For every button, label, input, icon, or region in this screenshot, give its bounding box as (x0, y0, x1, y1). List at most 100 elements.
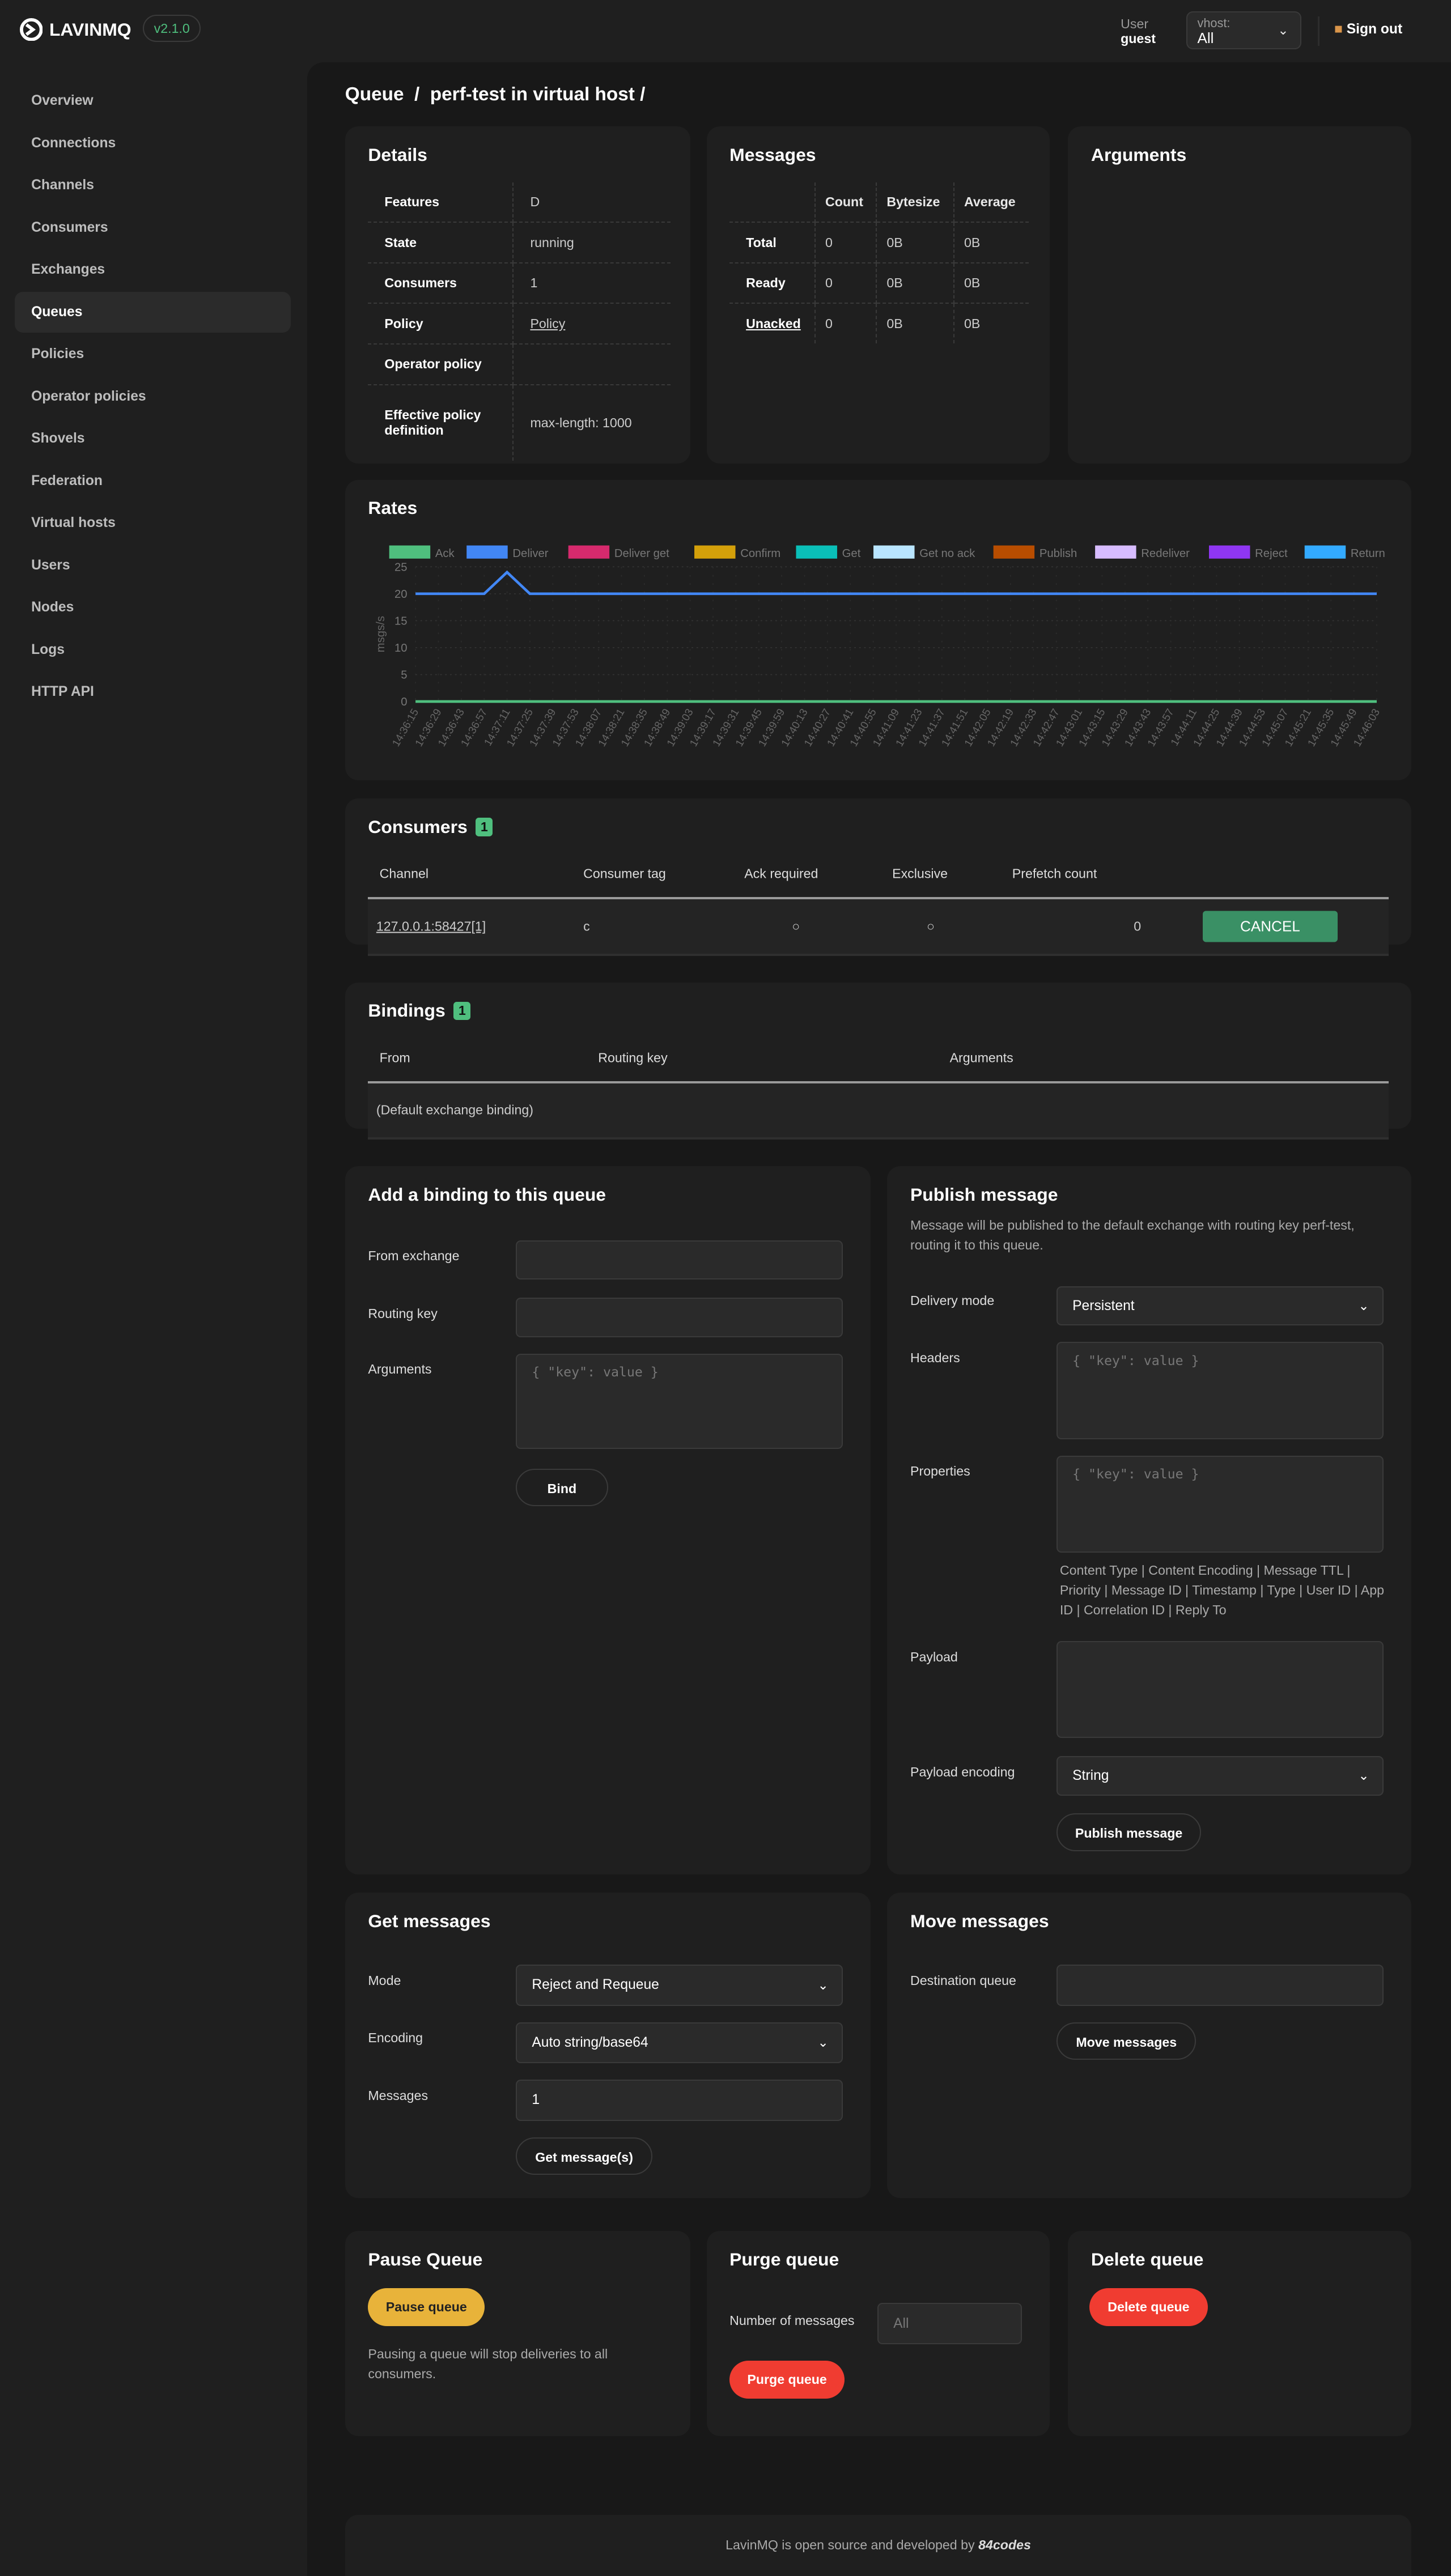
details-row: Features D (368, 182, 671, 223)
properties-textarea[interactable]: { "key": value } (1057, 1455, 1384, 1553)
details-label: Effective policy definition (368, 384, 514, 461)
consumers-table: Channel Consumer tag Ack required Exclus… (368, 851, 1389, 956)
details-title: Details (368, 144, 427, 165)
details-label: Features (368, 182, 514, 223)
legend-swatch-return-unroutable (1305, 545, 1346, 559)
sidebar-item-queues[interactable]: Queues (15, 291, 291, 333)
chevron-down-icon: ⌄ (817, 1977, 829, 1992)
84codes-logo[interactable]: 84codes (978, 2537, 1031, 2552)
delivery-mode-select[interactable]: Persistent ⌄ (1057, 1286, 1384, 1326)
sidebar-item-policies[interactable]: Policies (15, 334, 291, 375)
binding-from: (Default exchange binding) (376, 1102, 533, 1117)
arguments-textarea[interactable]: { "key": value } (516, 1353, 843, 1449)
messages-cell: 0 (814, 262, 877, 304)
arguments-title: Arguments (1091, 144, 1187, 165)
channel-link[interactable]: 127.0.0.1:58427[1] (376, 919, 486, 934)
delivery-mode-value: Persistent (1072, 1298, 1135, 1313)
purge-queue-card: Purge queue Number of messages All Purge… (706, 2230, 1050, 2437)
messages-row: Ready 0 0B 0B (729, 262, 1029, 304)
consumer-tag: c (583, 919, 590, 934)
top-header: LAVINMQ v2.1.0 User guest vhost: All ⌄ ■… (0, 0, 1451, 62)
consumers-count-badge: 1 (476, 817, 493, 836)
sidebar-item-shovels[interactable]: Shovels (15, 418, 291, 459)
sidebar-item-users[interactable]: Users (15, 545, 291, 586)
sidebar-item-virtual-hosts[interactable]: Virtual hosts (15, 503, 291, 543)
messages-cell: 0 (814, 222, 877, 263)
sidebar-item-federation[interactable]: Federation (15, 461, 291, 501)
sidebar-item-exchanges[interactable]: Exchanges (15, 249, 291, 290)
details-value: running (513, 222, 671, 263)
chevron-down-icon: ⌄ (1278, 22, 1289, 37)
bind-button[interactable]: Bind (516, 1468, 608, 1507)
vhost-label: vhost: (1197, 16, 1231, 31)
prefetch-value: 0 (1134, 919, 1142, 934)
legend-label: Return unroutable (1351, 547, 1388, 560)
arguments-label: Arguments (368, 1362, 432, 1377)
encoding-select[interactable]: Auto string/base64 ⌄ (516, 2022, 843, 2064)
user-label: User (1121, 16, 1149, 31)
sidebar-item-nodes[interactable]: Nodes (15, 587, 291, 628)
sidebar-item-connections[interactable]: Connections (15, 123, 291, 164)
messages-row: Total 0 0B 0B (729, 222, 1029, 263)
cancel-consumer-button[interactable]: CANCEL (1203, 911, 1338, 942)
pause-queue-button[interactable]: Pause queue (368, 2288, 485, 2326)
get-messages-title: Get messages (368, 1910, 491, 1931)
pause-description: Pausing a queue will stop deliveries to … (368, 2346, 608, 2381)
unacked-link[interactable]: Unacked (746, 316, 801, 331)
bindings-card: Bindings 1 From Routing key Arguments (De… (345, 982, 1412, 1140)
mode-select[interactable]: Reject and Requeue ⌄ (516, 1965, 843, 2006)
legend-swatch-publish (994, 545, 1035, 559)
messages-count-input[interactable]: 1 (516, 2080, 843, 2121)
col-ack-required: Ack required (744, 866, 818, 881)
sidebar-item-logs[interactable]: Logs (15, 630, 291, 670)
purge-queue-button[interactable]: Purge queue (729, 2360, 845, 2399)
move-messages-title: Move messages (910, 1910, 1049, 1931)
number-of-messages-input[interactable]: All (877, 2303, 1023, 2344)
payload-encoding-select[interactable]: String ⌄ (1057, 1756, 1384, 1796)
version-badge: v2.1.0 (143, 15, 201, 42)
chevron-down-icon: ⌄ (1358, 1768, 1369, 1783)
legend-label: Deliver (513, 547, 549, 560)
delete-queue-button[interactable]: Delete queue (1089, 2288, 1208, 2326)
payload-encoding-label: Payload encoding (910, 1764, 1015, 1779)
move-messages-card: Move messages Destination queue Move mes… (887, 1892, 1412, 2198)
rates-chart: Ack Deliver Deliver get Confirm Get Get no ac… (375, 545, 1389, 749)
legend-swatch-confirm (694, 545, 736, 559)
publish-card: Publish message Message will be publishe… (887, 1166, 1412, 1874)
col-empty (729, 182, 816, 223)
details-card: Details Features D State running Consumers 1 P… (345, 126, 690, 464)
rates-title: Rates (368, 498, 418, 518)
from-exchange-label: From exchange (368, 1248, 460, 1264)
mode-value: Reject and Requeue (532, 1977, 659, 1993)
get-messages-button[interactable]: Get message(s) (516, 2137, 652, 2175)
headers-textarea[interactable]: { "key": value } (1057, 1342, 1384, 1439)
consumers-title-text: Consumers (368, 816, 468, 837)
divider (1317, 16, 1320, 46)
sign-out-button[interactable]: ■ Sign out (1334, 22, 1402, 37)
policy-link[interactable]: Policy (530, 316, 565, 331)
col-from: From (379, 1050, 410, 1065)
details-label: Operator policy (368, 344, 514, 385)
sidebar-item-operator-policies[interactable]: Operator policies (15, 376, 291, 417)
destination-queue-input[interactable] (1057, 1965, 1384, 2006)
purge-queue-title: Purge queue (729, 2248, 839, 2269)
col-average: Average (953, 182, 1029, 223)
details-row: Effective policy definition max-length: 1… (368, 384, 670, 461)
messages-count-label: Messages (368, 2088, 428, 2103)
logo[interactable]: LAVINMQ (19, 18, 131, 41)
user-name: guest (1121, 31, 1156, 46)
col-channel: Channel (379, 866, 429, 881)
publish-message-button[interactable]: Publish message (1057, 1813, 1202, 1852)
routing-key-input[interactable] (516, 1298, 843, 1337)
messages-title: Messages (729, 144, 816, 165)
sidebar-item-consumers[interactable]: Consumers (15, 207, 291, 248)
sidebar-item-channels[interactable]: Channels (15, 165, 291, 206)
from-exchange-input[interactable] (516, 1240, 843, 1280)
sidebar-item-http-api[interactable]: HTTP API (15, 671, 291, 712)
move-messages-button[interactable]: Move messages (1057, 2022, 1197, 2060)
sidebar-item-overview[interactable]: Overview (15, 80, 291, 121)
y-tick-label: 10 (394, 642, 408, 654)
table-row: 127.0.0.1:58427[1] c ○ ○ 0 CANCEL (368, 899, 1389, 956)
vhost-select[interactable]: vhost: All ⌄ (1186, 11, 1301, 49)
payload-textarea[interactable] (1057, 1641, 1384, 1738)
